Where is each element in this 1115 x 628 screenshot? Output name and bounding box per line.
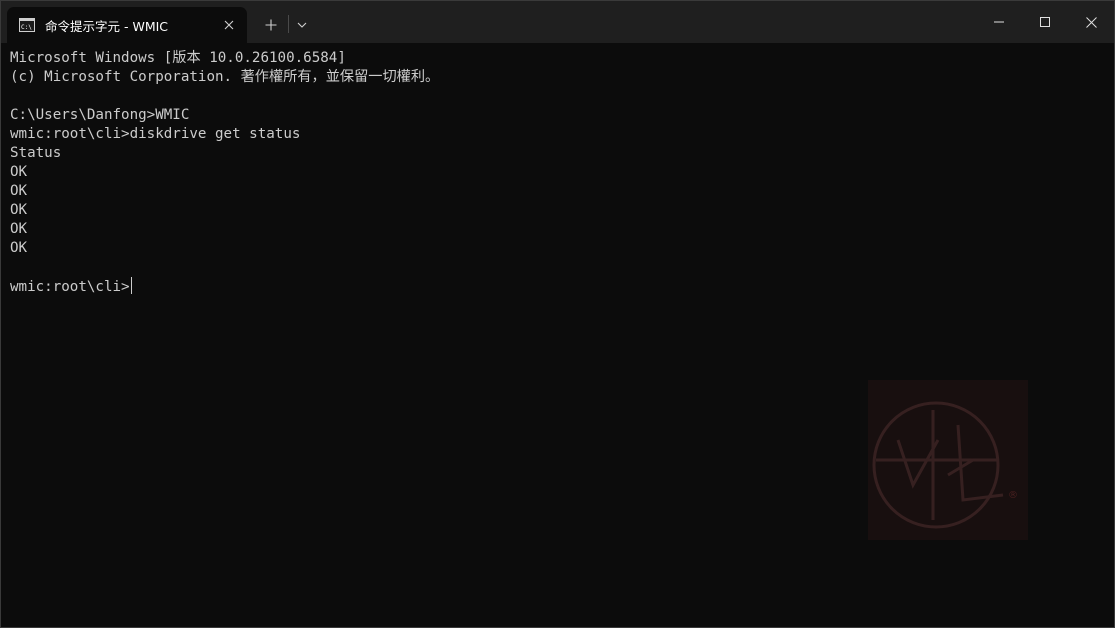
- terminal-line-text: Microsoft Windows [版本 10.0.26100.6584]: [10, 50, 346, 66]
- close-button[interactable]: [1068, 1, 1114, 43]
- terminal-output[interactable]: Microsoft Windows [版本 10.0.26100.6584] (c…: [10, 49, 1106, 296]
- watermark-seal-icon: ®: [868, 380, 1028, 540]
- terminal-line: Status: [10, 144, 1106, 163]
- terminal-line-text: OK: [10, 183, 28, 199]
- svg-text:C:\: C:\: [21, 24, 32, 31]
- minimize-button[interactable]: [976, 1, 1022, 43]
- tab-title: 命令提示字元 - WMIC: [45, 19, 169, 34]
- terminal-line-text: wmic:root\cli>: [10, 279, 130, 295]
- title-bar[interactable]: C:\ 命令提示字元 - WMIC: [1, 1, 1114, 43]
- terminal-line-text: C:\Users\Danfong>WMIC: [10, 107, 190, 123]
- tab-dropdown-button[interactable]: [291, 11, 313, 39]
- terminal-line: OK: [10, 220, 1106, 239]
- terminal-window: C:\ 命令提示字元 - WMIC Microsoft Windows [版本 …: [0, 0, 1115, 628]
- terminal-line: (c) Microsoft Corporation. 著作權所有，並保留一切權利…: [10, 68, 1106, 87]
- chevron-down-icon: [297, 22, 307, 28]
- cmd-icon: C:\: [19, 17, 35, 33]
- tab-cmd[interactable]: C:\ 命令提示字元 - WMIC: [7, 7, 247, 43]
- tab-close-button[interactable]: [219, 15, 239, 35]
- terminal-line: OK: [10, 163, 1106, 182]
- terminal-line: wmic:root\cli>diskdrive get status: [10, 125, 1106, 144]
- terminal-line-text: wmic:root\cli>diskdrive get status: [10, 126, 301, 142]
- maximize-button[interactable]: [1022, 1, 1068, 43]
- terminal-line: OK: [10, 182, 1106, 201]
- terminal-line-text: (c) Microsoft Corporation. 著作權所有，並保留一切權利…: [10, 69, 440, 85]
- plus-icon: [265, 19, 277, 31]
- terminal-line: OK: [10, 201, 1106, 220]
- terminal-line-text: OK: [10, 164, 28, 180]
- terminal-line: C:\Users\Danfong>WMIC: [10, 106, 1106, 125]
- tab-separator: [288, 15, 289, 33]
- terminal-line-text: Status: [10, 145, 62, 161]
- new-tab-button[interactable]: [257, 11, 285, 39]
- minimize-icon: [994, 21, 1004, 23]
- text-cursor: [130, 277, 132, 294]
- terminal-line-text: OK: [10, 240, 28, 256]
- terminal-line-text: OK: [10, 202, 28, 218]
- close-icon: [1085, 16, 1097, 28]
- terminal-line: wmic:root\cli>: [10, 277, 1106, 296]
- maximize-icon: [1040, 17, 1050, 27]
- close-icon: [224, 20, 234, 30]
- terminal-line-text: OK: [10, 221, 28, 237]
- terminal-line: Microsoft Windows [版本 10.0.26100.6584]: [10, 49, 1106, 68]
- terminal-line: OK: [10, 239, 1106, 258]
- svg-text:®: ®: [1008, 490, 1018, 501]
